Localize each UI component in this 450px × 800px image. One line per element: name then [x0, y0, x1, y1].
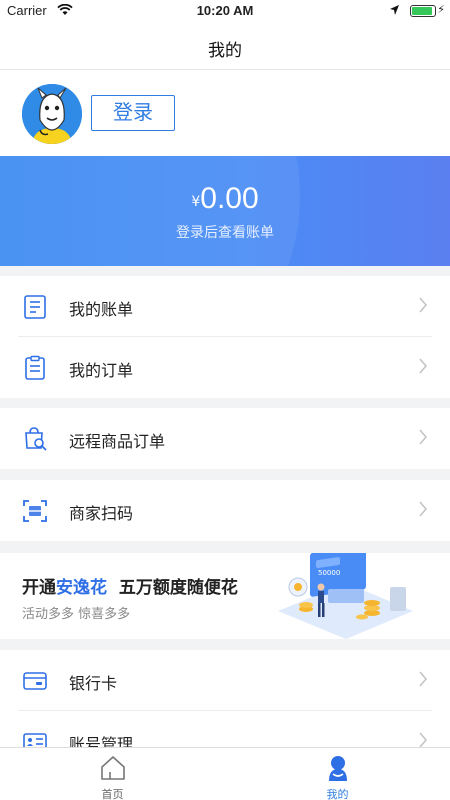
bank-card-icon	[22, 668, 48, 694]
tab-home[interactable]: 首页	[0, 748, 225, 800]
menu-group-remote: 远程商品订单	[0, 408, 450, 469]
menu-item-account-management[interactable]: 账号管理	[0, 711, 450, 747]
currency-symbol: ¥	[191, 194, 201, 210]
profile-header: 登录	[0, 70, 450, 156]
user-profile-icon	[324, 754, 352, 782]
promo-brand: 安逸花	[56, 578, 107, 598]
scan-icon	[22, 498, 48, 524]
promo-subline: 活动多多 惊喜多多	[22, 607, 131, 622]
bill-icon	[22, 294, 48, 320]
page-title: 我的	[208, 41, 242, 61]
chevron-right-icon	[418, 428, 428, 446]
menu-item-merchant-scan[interactable]: 商家扫码	[0, 480, 450, 541]
promo-headline: 开通安逸花 五万额度随便花	[22, 573, 238, 598]
tab-mine-label: 我的	[326, 788, 349, 800]
menu-group-orders: 我的账单 我的订单	[0, 276, 450, 398]
login-button[interactable]: 登录	[91, 95, 175, 131]
balance-banner[interactable]: ¥0.00 登录后查看账单	[0, 156, 450, 266]
shopping-bag-search-icon	[22, 426, 48, 452]
chevron-right-icon	[418, 500, 428, 518]
menu-item-order[interactable]: 我的订单	[0, 337, 450, 398]
home-icon	[99, 754, 127, 782]
menu-group-scan: 商家扫码	[0, 480, 450, 541]
location-arrow-icon	[389, 4, 400, 20]
tab-home-label: 首页	[101, 788, 124, 800]
status-bar: Carrier 10:20 AM ⚡	[0, 0, 450, 22]
promo-illustration: 50000	[268, 545, 418, 639]
charging-icon: ⚡	[437, 3, 445, 16]
id-card-icon	[22, 729, 48, 747]
menu-item-bill[interactable]: 我的账单	[0, 276, 450, 337]
chevron-right-icon	[418, 670, 428, 688]
tab-mine[interactable]: 我的	[225, 748, 450, 800]
avatar[interactable]	[22, 84, 82, 144]
promo-card-amount: 50000	[318, 569, 340, 577]
menu-item-bank-card-label: 银行卡	[69, 674, 118, 693]
menu-group-account: 银行卡 账号管理	[0, 650, 450, 747]
menu-item-remote-order-label: 远程商品订单	[69, 432, 166, 451]
tab-bar: 首页 我的	[0, 747, 450, 800]
chevron-right-icon	[418, 357, 428, 375]
menu-item-remote-order[interactable]: 远程商品订单	[0, 408, 450, 469]
menu-item-merchant-scan-label: 商家扫码	[69, 504, 134, 523]
battery-icon	[410, 5, 436, 17]
order-clipboard-icon	[22, 355, 48, 381]
balance-amount: ¥0.00	[0, 182, 450, 216]
menu-item-bank-card[interactable]: 银行卡	[0, 650, 450, 711]
menu-item-account-management-label: 账号管理	[69, 735, 134, 747]
nav-bar: 我的	[0, 22, 450, 70]
menu-item-order-label: 我的订单	[69, 361, 134, 380]
chevron-right-icon	[418, 731, 428, 747]
promo-headline-suffix: 五万额度随便花	[118, 578, 238, 598]
chevron-right-icon	[418, 296, 428, 314]
promo-banner[interactable]: 开通安逸花 五万额度随便花 活动多多 惊喜多多 50000	[0, 545, 450, 639]
balance-value: 0.00	[200, 182, 259, 215]
balance-hint: 登录后查看账单	[176, 225, 274, 241]
menu-item-bill-label: 我的账单	[69, 300, 134, 319]
clock: 10:20 AM	[196, 3, 254, 18]
promo-headline-prefix: 开通	[22, 578, 56, 598]
